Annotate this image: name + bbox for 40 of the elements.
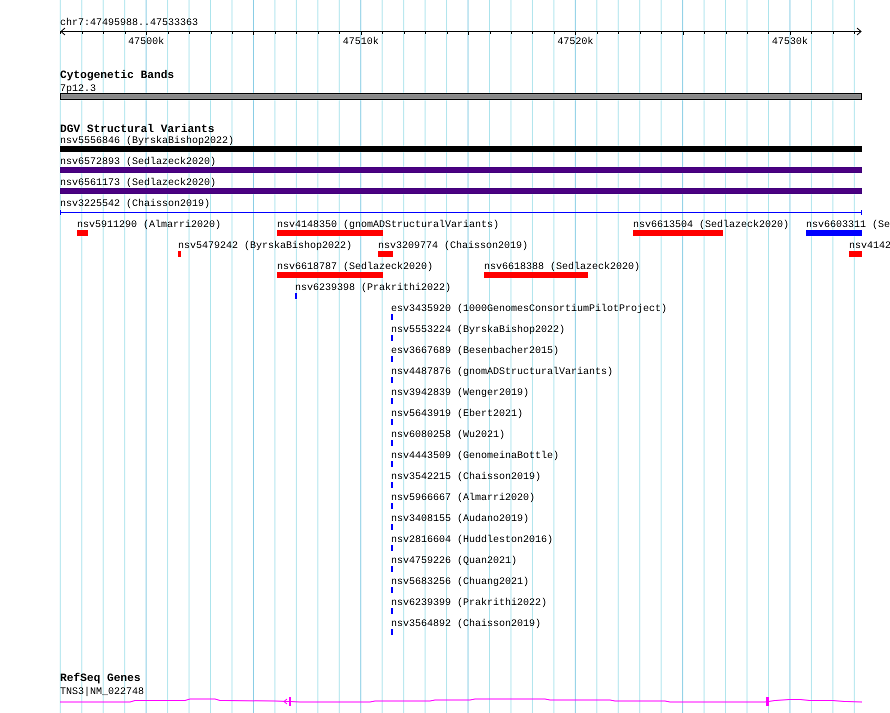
variant-label: nsv4142: [849, 241, 890, 252]
variant-label: esv3667689 (Besenbacher2015): [391, 346, 560, 357]
variant-label: nsv6561173 (Sedlazeck2020): [60, 178, 216, 189]
variant-label: nsv5556846 (ByrskaBishop2022): [60, 136, 234, 147]
variant-label: nsv4487876 (gnomADStructuralVariants): [391, 367, 614, 378]
variant-label: nsv3408155 (Audano2019): [391, 514, 530, 525]
variant-label: nsv5966667 (Almarri2020): [391, 493, 536, 504]
variant-label: nsv5683256 (Chuang2021): [391, 577, 530, 588]
variant-label: nsv6239398 (Prakrithi2022): [295, 283, 452, 294]
variant-label: nsv4759226 (Quan2021): [391, 556, 518, 567]
variant-label: nsv6618388 (Sedlazeck2020): [484, 262, 640, 273]
ruler-tick-label: 47520k: [557, 37, 594, 48]
gene-label: TNS3|NM_022748: [60, 687, 144, 698]
variant-label: nsv3942839 (Wenger2019): [391, 388, 530, 399]
variant-label: nsv6603311 (Se: [806, 220, 890, 231]
ruler-tick-label: 47500k: [128, 37, 164, 48]
track-title: RefSeq Genes: [60, 673, 141, 685]
variant-label: nsv3225542 (Chaisson2019): [60, 199, 210, 210]
variant-label: nsv4148350 (gnomADStructuralVariants): [277, 220, 500, 231]
variant-label: nsv5643919 (Ebert2021): [391, 409, 524, 420]
variant-label: nsv3209774 (Chaisson2019): [378, 241, 528, 252]
variant-label: nsv6080258 (Wu2021): [391, 430, 506, 441]
variant-label: nsv6613504 (Sedlazeck2020): [633, 220, 790, 231]
position-label: chr7:47495988..47533363: [60, 18, 198, 29]
ruler-tick-label: 47510k: [342, 37, 379, 48]
track-title: Cytogenetic Bands: [60, 70, 174, 82]
variant-label: nsv6572893 (Sedlazeck2020): [60, 157, 216, 168]
variant-label: nsv5553224 (ByrskaBishop2022): [391, 325, 566, 336]
variant-label: nsv5479242 (ByrskaBishop2022): [178, 241, 352, 252]
ruler-tick-label: 47530k: [772, 37, 808, 48]
band-label: 7p12.3: [60, 84, 96, 95]
track-title: DGV Structural Variants: [60, 124, 214, 136]
variant-label: nsv6618787 (Sedlazeck2020): [277, 262, 434, 273]
variant-label: nsv2816604 (Huddleston2016): [391, 535, 554, 546]
variant-label: nsv3564892 (Chaisson2019): [391, 619, 542, 630]
variant-label: nsv5911290 (Almarri2020): [77, 220, 222, 231]
variant-label: nsv4443509 (GenomeinaBottle): [391, 451, 560, 462]
variant-label: nsv6239399 (Prakrithi2022): [391, 598, 548, 609]
variant-label: nsv3542215 (Chaisson2019): [391, 472, 542, 483]
variant-label: esv3435920 (1000GenomesConsortiumPilotProject): [391, 304, 668, 315]
